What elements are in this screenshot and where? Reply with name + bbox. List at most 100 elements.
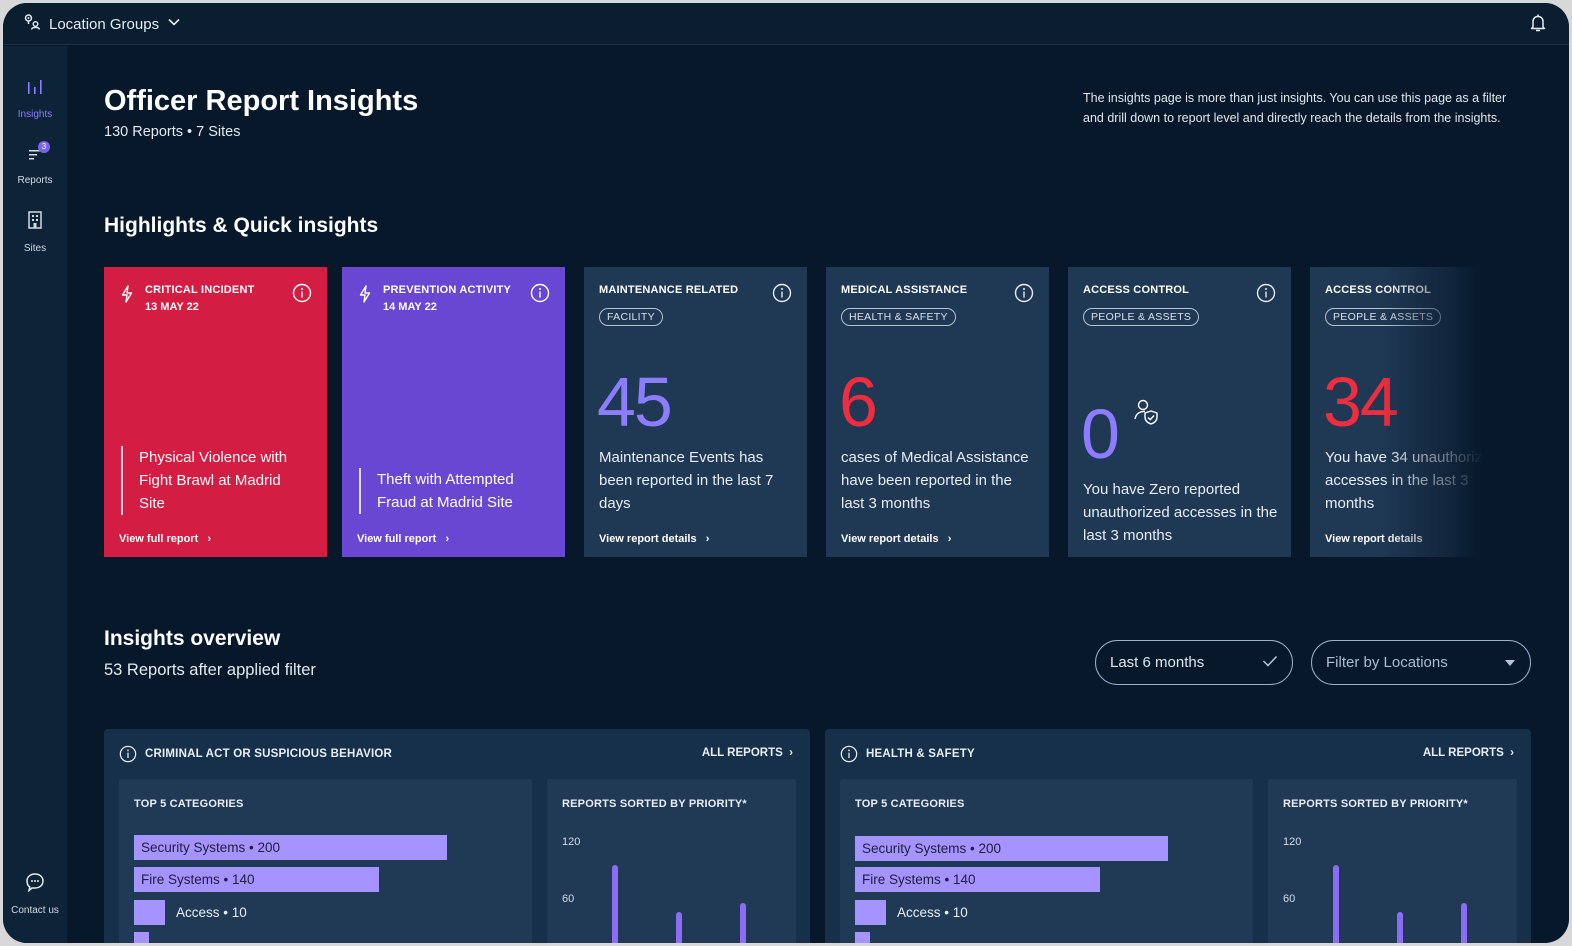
priority-chart-title: REPORTS SORTED BY PRIORITY* bbox=[1283, 798, 1468, 810]
highlight-card-critical-incident[interactable]: CRITICAL INCIDENT 13 MAY 22 Physical Vio… bbox=[104, 267, 327, 557]
location-filter-select[interactable]: Filter by Locations bbox=[1311, 640, 1531, 685]
location-pin-icon bbox=[23, 13, 41, 36]
card-heading: MAINTENANCE RELATED bbox=[599, 284, 739, 296]
sidebar-item-label: Sites bbox=[23, 243, 47, 254]
chat-bubble-icon bbox=[3, 872, 67, 897]
info-icon[interactable] bbox=[119, 745, 137, 768]
sidebar-item-insights[interactable]: Insights bbox=[3, 78, 67, 122]
all-reports-link[interactable]: ALL REPORTS › bbox=[702, 747, 793, 759]
info-icon[interactable] bbox=[1256, 283, 1276, 308]
category-label: Fire Systems • 140 bbox=[141, 872, 255, 887]
sidebar-item-reports[interactable]: 3 Reports bbox=[3, 141, 67, 188]
priority-bar[interactable] bbox=[1397, 912, 1403, 943]
card-description: cases of Medical Assistance have been re… bbox=[841, 449, 1029, 512]
info-icon[interactable] bbox=[1014, 283, 1034, 308]
priority-bar[interactable] bbox=[1333, 864, 1339, 943]
reports-count-badge: 3 bbox=[38, 141, 50, 153]
chevron-right-icon: › bbox=[201, 533, 212, 545]
chevron-right-icon: › bbox=[699, 533, 710, 545]
highlight-card-maintenance[interactable]: MAINTENANCE RELATED FACILITY 45 Maintena… bbox=[584, 267, 807, 557]
card-heading: MEDICAL ASSISTANCE bbox=[841, 284, 968, 296]
category-chip: PEOPLE & ASSETS bbox=[1083, 308, 1200, 326]
panel-title: HEALTH & SAFETY bbox=[866, 748, 975, 760]
info-icon[interactable] bbox=[530, 283, 550, 308]
check-icon bbox=[1262, 654, 1278, 672]
view-report-details-link[interactable]: View report details › bbox=[841, 533, 951, 545]
sidebar-item-sites[interactable]: Sites bbox=[3, 210, 67, 256]
category-label: Access • 10 bbox=[897, 905, 968, 920]
top-bar: Location Groups bbox=[3, 3, 1569, 45]
card-description: You have Zero reported unauthorized acce… bbox=[1083, 481, 1278, 544]
link-label: ALL REPORTS bbox=[701, 747, 783, 759]
top-categories-title: TOP 5 CATEGORIES bbox=[855, 798, 965, 810]
highlights-title: Highlights & Quick insights bbox=[104, 214, 379, 237]
overview-subtitle: 53 Reports after applied filter bbox=[104, 661, 316, 679]
card-date: 14 MAY 22 bbox=[383, 301, 437, 313]
location-groups-dropdown[interactable]: Location Groups bbox=[23, 12, 181, 36]
location-groups-label: Location Groups bbox=[49, 15, 160, 33]
category-bar[interactable] bbox=[134, 900, 165, 925]
chevron-right-icon: › bbox=[1506, 747, 1514, 759]
info-icon[interactable] bbox=[840, 745, 858, 768]
category-chip: FACILITY bbox=[599, 308, 663, 326]
category-label: Security Systems • 200 bbox=[862, 841, 1002, 856]
chevron-down-icon bbox=[167, 15, 181, 34]
priority-bar[interactable] bbox=[612, 864, 618, 943]
top-categories-card: TOP 5 CATEGORIES Security Systems • 200 … bbox=[119, 779, 532, 943]
top-categories-title: TOP 5 CATEGORIES bbox=[134, 798, 244, 810]
top-categories-card: TOP 5 CATEGORIES Security Systems • 200 … bbox=[840, 779, 1253, 943]
page-description: The insights page is more than just insi… bbox=[1083, 91, 1507, 125]
all-reports-link[interactable]: ALL REPORTS › bbox=[1423, 747, 1514, 759]
highlight-card-medical-assistance[interactable]: MEDICAL ASSISTANCE HEALTH & SAFETY 6 cas… bbox=[826, 267, 1049, 557]
category-bar[interactable] bbox=[855, 932, 870, 943]
highlight-card-prevention-activity[interactable]: PREVENTION ACTIVITY 14 MAY 22 Theft with… bbox=[342, 267, 565, 557]
view-full-report-link[interactable]: View full report › bbox=[119, 533, 211, 545]
link-label: ALL REPORTS bbox=[1422, 747, 1504, 759]
location-filter-placeholder: Filter by Locations bbox=[1326, 654, 1448, 671]
sidebar-item-label: Reports bbox=[17, 175, 53, 186]
category-label: Fire Systems • 140 bbox=[862, 872, 976, 887]
category-bar[interactable] bbox=[134, 932, 149, 943]
lightning-icon bbox=[358, 285, 372, 308]
panel-health-safety: HEALTH & SAFETY ALL REPORTS › TOP 5 CATE… bbox=[825, 729, 1531, 943]
category-bar[interactable] bbox=[855, 900, 886, 925]
panel-criminal-act: CRIMINAL ACT OR SUSPICIOUS BEHAVIOR ALL … bbox=[104, 729, 810, 943]
priority-bar[interactable] bbox=[740, 902, 746, 943]
view-report-details-link[interactable]: View report details › bbox=[599, 533, 709, 545]
period-filter-select[interactable]: Last 6 months bbox=[1095, 640, 1293, 685]
link-label: View full report bbox=[357, 533, 437, 545]
card-heading: PREVENTION ACTIVITY bbox=[383, 284, 512, 296]
y-tick-label: 60 bbox=[562, 893, 575, 905]
card-heading: CRITICAL INCIDENT bbox=[145, 284, 255, 296]
priority-bar[interactable] bbox=[1461, 902, 1467, 943]
caret-down-icon bbox=[1504, 654, 1516, 672]
card-description: Maintenance Events has been reported in … bbox=[599, 449, 774, 512]
info-icon[interactable] bbox=[772, 283, 792, 308]
card-date: 13 MAY 22 bbox=[145, 301, 199, 313]
card-heading: ACCESS CONTROL bbox=[1083, 284, 1190, 296]
category-chip: HEALTH & SAFETY bbox=[841, 308, 956, 326]
metric-number: 6 bbox=[839, 363, 878, 441]
lightning-icon bbox=[120, 285, 134, 308]
page-subtitle: 130 Reports • 7 Sites bbox=[104, 124, 241, 140]
page-title: Officer Report Insights bbox=[104, 85, 419, 117]
period-filter-value: Last 6 months bbox=[1110, 654, 1205, 671]
y-tick-label: 60 bbox=[1283, 893, 1296, 905]
bell-icon[interactable] bbox=[1529, 13, 1547, 38]
card-statement: Theft with Attempted Fraud at Madrid Sit… bbox=[359, 468, 547, 514]
priority-chart-card: REPORTS SORTED BY PRIORITY* 120 60 bbox=[1268, 779, 1517, 943]
chevron-right-icon: › bbox=[785, 747, 793, 759]
category-label: Access • 10 bbox=[176, 905, 247, 920]
app-window: Location Groups Insights 3 Reports Sites… bbox=[3, 3, 1569, 943]
link-label: View report details bbox=[599, 533, 697, 545]
overview-title: Insights overview bbox=[104, 627, 281, 650]
contact-us-button[interactable]: Contact us bbox=[3, 872, 67, 918]
card-statement: Physical Violence with Fight Brawl at Ma… bbox=[121, 446, 309, 515]
y-tick-label: 120 bbox=[562, 836, 581, 848]
chevron-right-icon: › bbox=[941, 533, 952, 545]
info-icon[interactable] bbox=[292, 283, 312, 308]
highlight-card-access-control[interactable]: ACCESS CONTROL PEOPLE & ASSETS 0 You hav… bbox=[1068, 267, 1291, 557]
priority-bar[interactable] bbox=[676, 912, 682, 943]
view-full-report-link[interactable]: View full report › bbox=[357, 533, 449, 545]
priority-chart-title: REPORTS SORTED BY PRIORITY* bbox=[562, 798, 747, 810]
